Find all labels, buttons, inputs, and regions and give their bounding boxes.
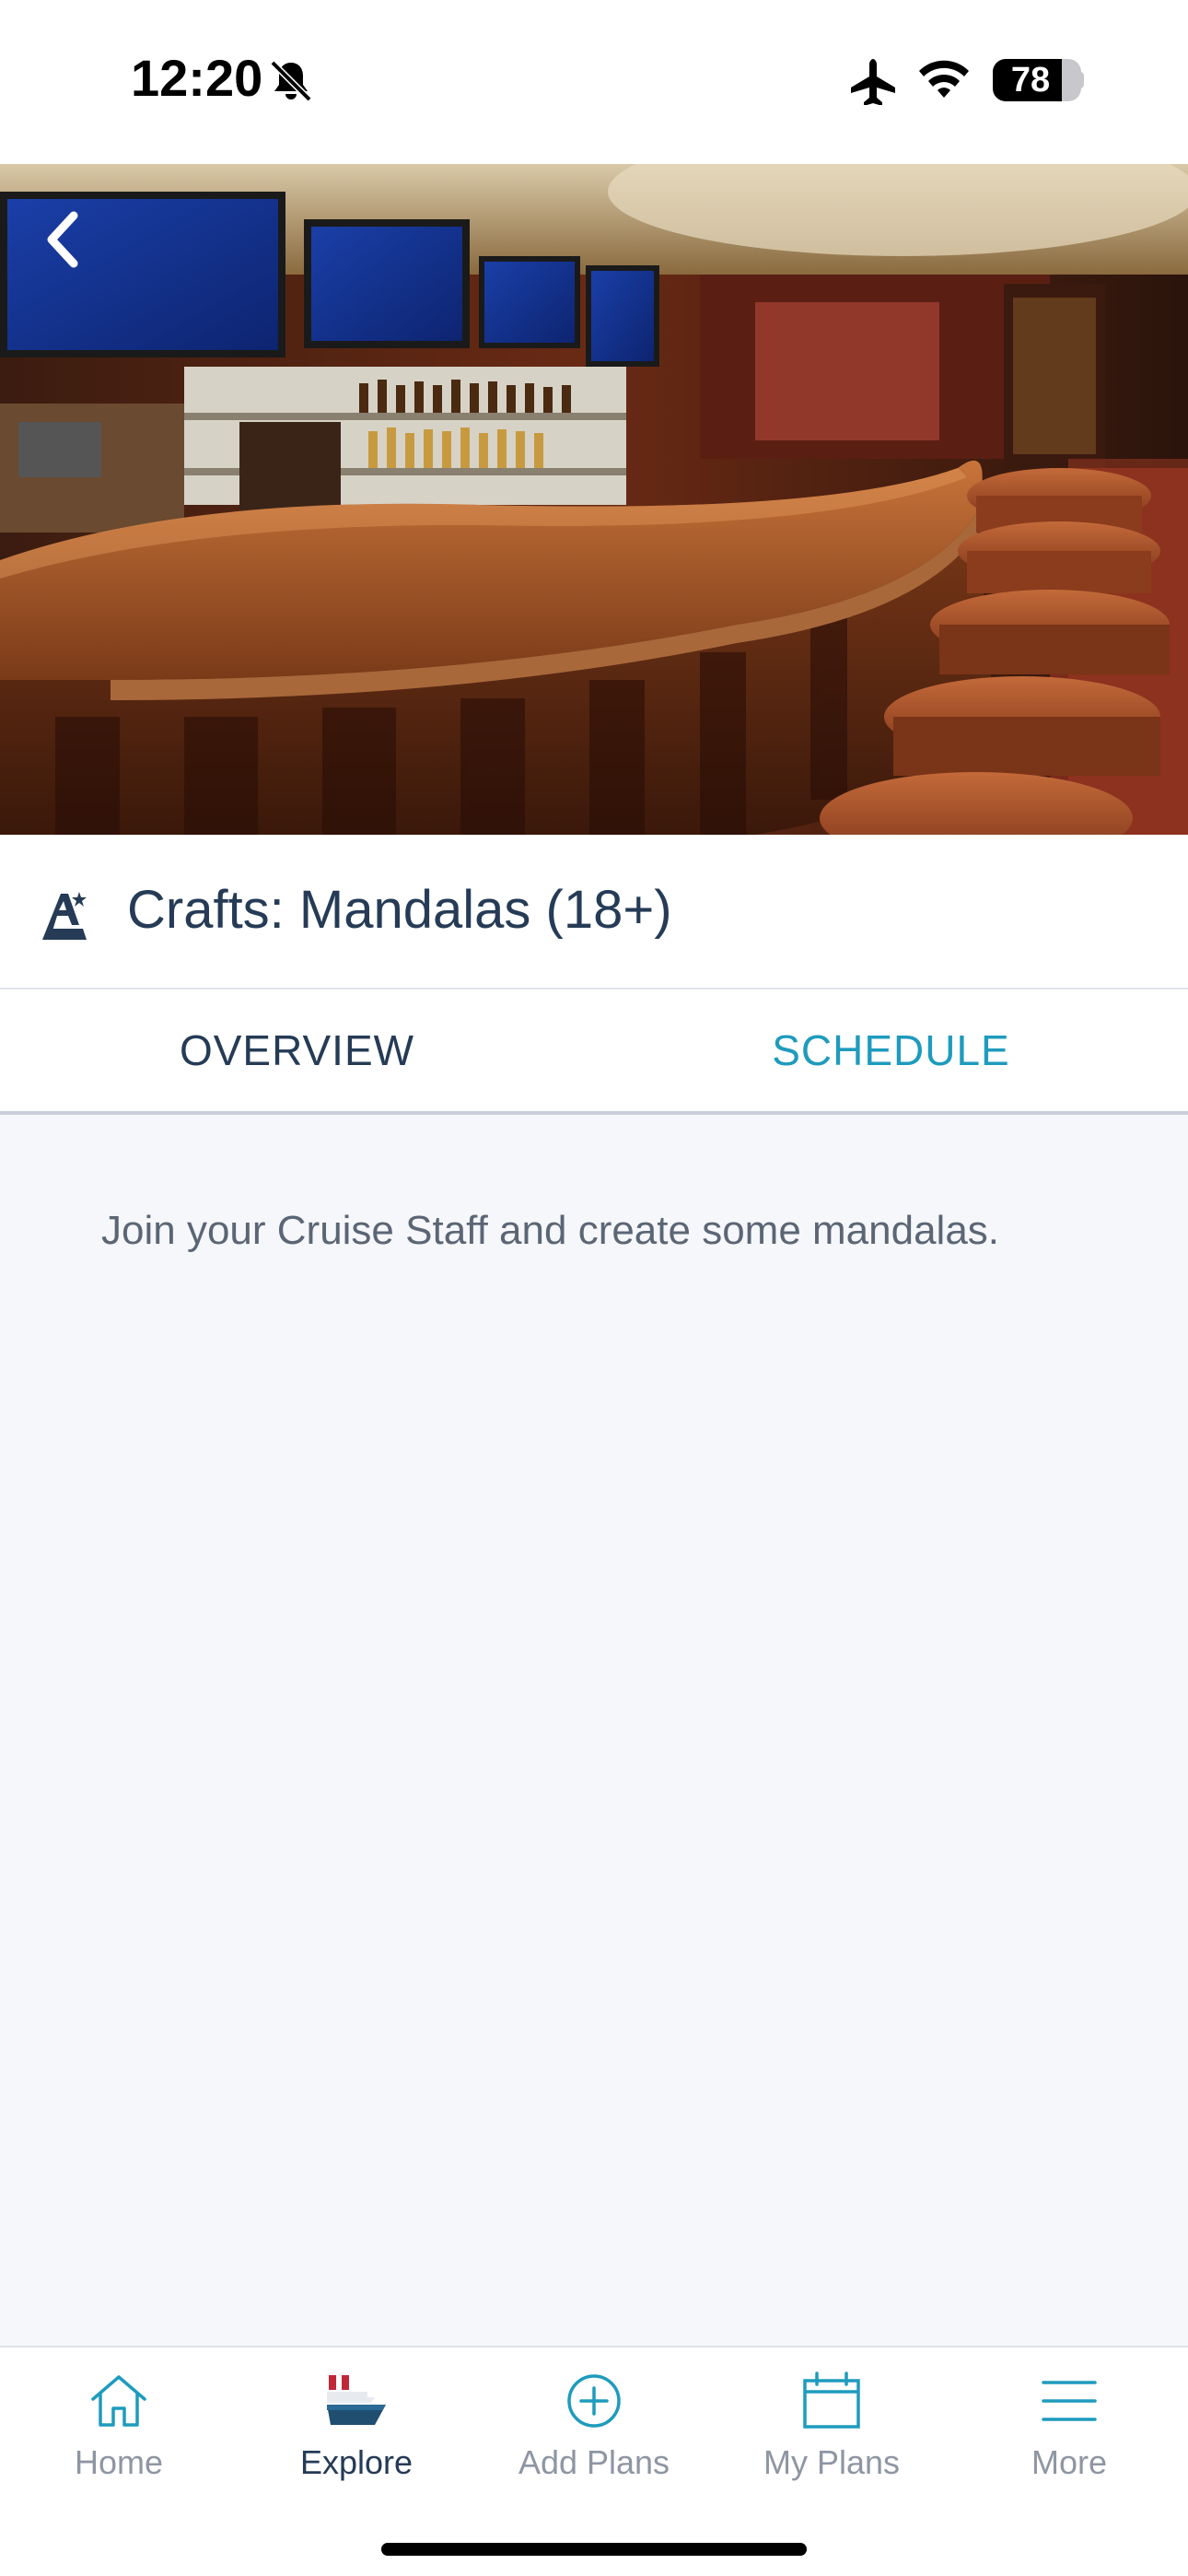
wifi-icon	[919, 60, 969, 98]
nav-more[interactable]: More	[950, 2348, 1188, 2504]
nav-explore[interactable]: Explore	[238, 2348, 475, 2504]
nav-my-plans[interactable]: My Plans	[713, 2348, 950, 2504]
menu-icon	[1042, 2381, 1097, 2421]
home-icon	[91, 2375, 146, 2427]
tab-bar-top: OVERVIEW SCHEDULE	[0, 989, 1188, 1115]
nav-add-plans-label: Add Plans	[518, 2443, 670, 2481]
plus-circle-icon	[567, 2374, 621, 2428]
airplane-icon	[851, 59, 895, 105]
back-button[interactable]	[33, 201, 92, 278]
bottom-navigation: Home Explore Add Plans My Plans More	[0, 2346, 1188, 2576]
tab-overview[interactable]: OVERVIEW	[0, 989, 594, 1111]
nav-explore-label: Explore	[299, 2443, 413, 2481]
nav-more-label: More	[1031, 2443, 1108, 2481]
ship-icon	[327, 2375, 386, 2425]
chevron-left-icon	[47, 211, 78, 268]
activity-description: Join your Cruise Staff and create some m…	[101, 1208, 1000, 1253]
bell-slash-icon	[270, 60, 312, 102]
battery-level: 78	[1010, 61, 1051, 100]
battery-icon: 78	[993, 59, 1081, 101]
title-row: Crafts: Mandalas (18+)	[0, 835, 1188, 989]
status-time: 12:20	[131, 49, 263, 107]
calendar-icon	[803, 2371, 860, 2429]
nav-home[interactable]: Home	[0, 2348, 238, 2504]
activity-icon	[42, 892, 87, 940]
hero-image	[0, 164, 1188, 835]
nav-add-plans[interactable]: Add Plans	[475, 2348, 713, 2504]
battery-cap	[1077, 72, 1084, 88]
page-title: Crafts: Mandalas (18+)	[127, 880, 672, 940]
nav-my-plans-label: My Plans	[763, 2443, 901, 2481]
home-indicator	[381, 2543, 807, 2556]
nav-home-label: Home	[74, 2443, 164, 2481]
tab-schedule[interactable]: SCHEDULE	[594, 989, 1188, 1111]
status-bar: 12:20 78	[0, 0, 1188, 164]
bar-interior-illustration	[0, 164, 1188, 835]
